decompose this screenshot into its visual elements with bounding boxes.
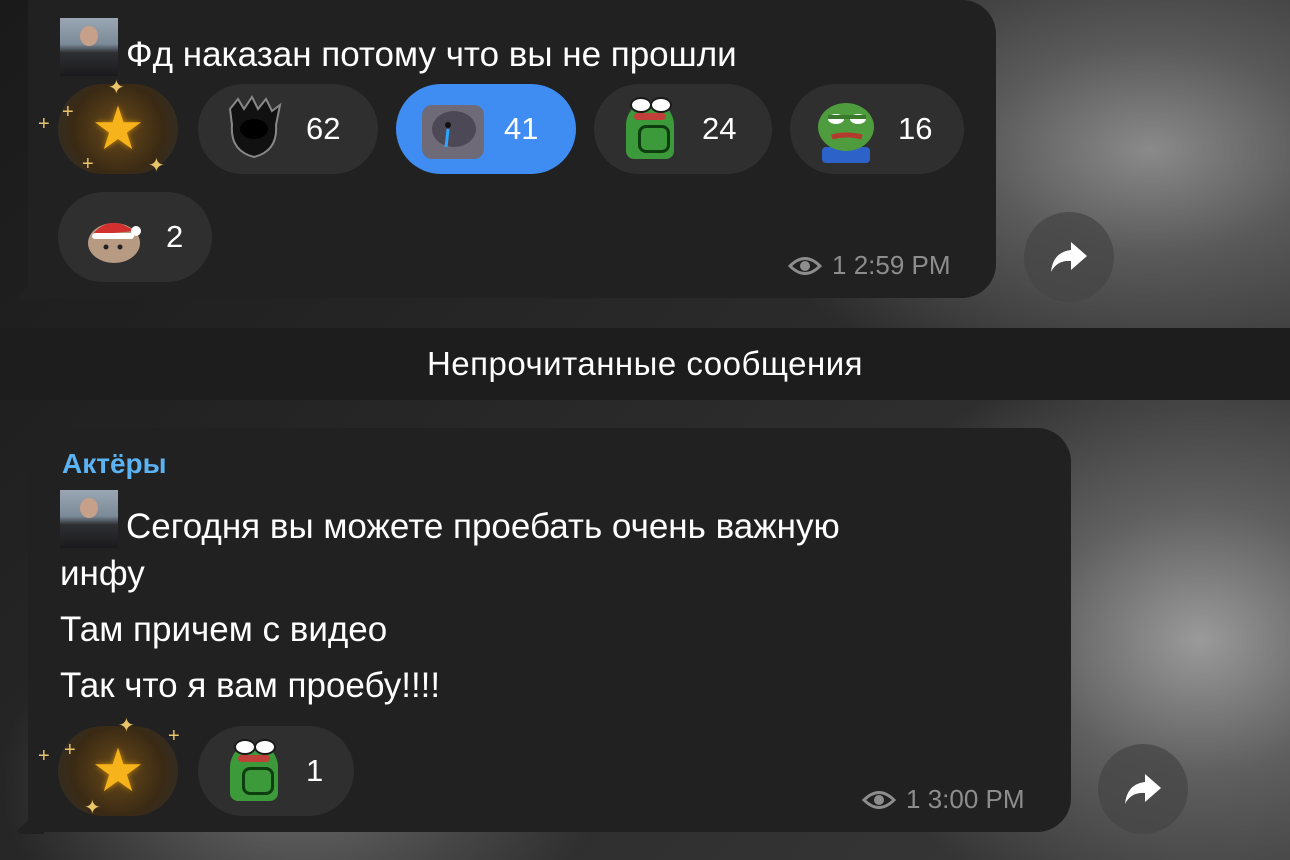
message-bubble-2[interactable]: Актёры Сегодня вы можете проебать очень … bbox=[28, 428, 1071, 832]
dark-face-icon bbox=[228, 95, 282, 159]
message-time: 2:59 PM bbox=[853, 250, 951, 280]
pepe-frog-icon bbox=[616, 95, 684, 163]
santa-cat-icon bbox=[88, 222, 141, 263]
share-button[interactable] bbox=[1098, 744, 1188, 834]
star-icon: ★ bbox=[91, 737, 145, 804]
message-text-line: инфу bbox=[60, 554, 145, 593]
message-meta: 1 2:59 PM bbox=[788, 250, 951, 281]
sparkle-icon: + bbox=[38, 113, 50, 135]
message-meta: 1 3:00 PM bbox=[862, 784, 1025, 815]
message-text: Фд наказан потому что вы не прошли bbox=[60, 18, 737, 83]
reaction-count: 16 bbox=[898, 111, 933, 146]
reaction-crying-hamster[interactable]: 41 bbox=[396, 84, 576, 174]
star-icon: ★ bbox=[91, 95, 145, 162]
share-arrow-icon bbox=[1125, 774, 1161, 804]
unread-divider: Непрочитанные сообщения bbox=[0, 328, 1290, 400]
reaction-count: 24 bbox=[702, 111, 737, 146]
pepe-smirk-icon bbox=[818, 103, 874, 163]
reaction-santa-cat[interactable]: 2 bbox=[58, 192, 212, 282]
avatar-emoji bbox=[60, 490, 118, 548]
avatar-emoji bbox=[60, 18, 118, 76]
sparkle-icon: + bbox=[64, 739, 76, 761]
share-arrow-icon bbox=[1051, 242, 1087, 272]
sparkle-icon: ✦ bbox=[148, 155, 165, 177]
message-text-line: Так что я вам проебу!!!! bbox=[60, 666, 441, 705]
sender-name[interactable]: Актёры bbox=[62, 448, 167, 480]
eye-icon bbox=[862, 790, 896, 809]
star-reaction[interactable]: ★ + ✦ + ✦ + bbox=[38, 716, 180, 819]
reaction-count: 2 bbox=[166, 219, 184, 254]
message-bubble-1[interactable]: Фд наказан потому что вы не прошли ★ + ✦… bbox=[28, 0, 996, 298]
pepe-frog-icon bbox=[220, 737, 288, 805]
sparkle-icon: ✦ bbox=[118, 715, 135, 737]
reaction-dark-face[interactable]: 62 bbox=[198, 84, 378, 174]
eye-icon bbox=[788, 256, 822, 275]
share-button[interactable] bbox=[1024, 212, 1114, 302]
view-count: 1 bbox=[906, 784, 921, 814]
sparkle-icon: ✦ bbox=[108, 77, 125, 99]
reaction-count: 1 bbox=[306, 753, 324, 788]
unread-divider-label: Непрочитанные сообщения bbox=[426, 345, 864, 382]
sparkle-icon: + bbox=[62, 101, 74, 123]
message-text: Сегодня вы можете проебать очень важную bbox=[60, 490, 840, 555]
star-reaction[interactable]: ★ + ✦ + ✦ + bbox=[38, 78, 178, 177]
sparkle-icon: + bbox=[82, 153, 94, 175]
message-text-line: Там причем с видео bbox=[60, 610, 388, 649]
sparkle-icon: + bbox=[168, 725, 180, 747]
reaction-pepe-smirk[interactable]: 16 bbox=[790, 84, 964, 174]
sparkle-icon: ✦ bbox=[84, 797, 101, 819]
reaction-pepe-frog[interactable]: 24 bbox=[594, 84, 772, 174]
view-count: 1 bbox=[832, 250, 847, 280]
crying-hamster-icon bbox=[422, 105, 484, 159]
reaction-count: 62 bbox=[306, 111, 341, 146]
reaction-pepe-frog[interactable]: 1 bbox=[198, 726, 354, 816]
sparkle-icon: + bbox=[38, 745, 50, 767]
reaction-count: 41 bbox=[504, 111, 539, 146]
message-time: 3:00 PM bbox=[927, 784, 1025, 814]
